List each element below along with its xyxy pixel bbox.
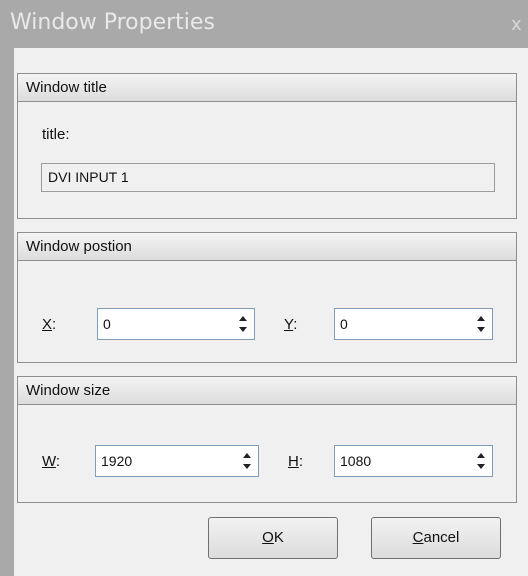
title-bar[interactable]: Window Properties x: [0, 0, 528, 48]
spin-down-icon[interactable]: [477, 464, 485, 469]
spin-up-icon[interactable]: [239, 316, 247, 321]
y-spin-buttons[interactable]: [476, 314, 486, 334]
y-label-accesskey: Y: [284, 316, 294, 333]
x-spin-buttons[interactable]: [238, 314, 248, 334]
w-label: W:: [42, 453, 60, 470]
close-icon[interactable]: x: [511, 14, 522, 35]
x-label: X:: [42, 316, 56, 333]
h-label: H:: [288, 453, 303, 470]
height-value: 1080: [340, 453, 372, 469]
x-label-accesskey: X: [42, 316, 53, 333]
window-size-group-header: Window size: [18, 377, 516, 405]
w-label-colon: :: [55, 453, 61, 470]
spin-up-icon[interactable]: [477, 316, 485, 321]
dialog-title: Window Properties: [10, 10, 215, 35]
width-value: 1920: [101, 453, 133, 469]
y-spinbox[interactable]: 0: [334, 308, 493, 340]
x-value: 0: [103, 316, 111, 332]
spin-down-icon[interactable]: [477, 327, 485, 332]
y-label-colon: :: [293, 316, 298, 333]
window-position-group-header: Window postion: [18, 233, 516, 261]
title-field[interactable]: DVI INPUT 1: [41, 163, 495, 192]
title-field-label: title:: [42, 126, 70, 143]
spin-up-icon[interactable]: [477, 453, 485, 458]
x-spinbox[interactable]: 0: [97, 308, 255, 340]
x-label-colon: :: [52, 316, 57, 333]
h-label-accesskey: H: [288, 453, 299, 470]
height-spin-buttons[interactable]: [476, 451, 486, 471]
window-size-group: Window size W: 1920 H: 1080: [17, 376, 517, 503]
cancel-accesskey: C: [412, 529, 424, 546]
window-title-group: Window title title: DVI INPUT 1: [17, 73, 517, 219]
width-spinbox[interactable]: 1920: [95, 445, 259, 477]
y-label: Y:: [284, 316, 297, 333]
ok-button[interactable]: OK: [208, 517, 338, 559]
cancel-label-rest: ancel: [423, 529, 460, 546]
spin-down-icon[interactable]: [239, 327, 247, 332]
y-value: 0: [340, 316, 348, 332]
cancel-button[interactable]: Cancel: [371, 517, 501, 559]
h-label-colon: :: [298, 453, 304, 470]
window-position-group: Window postion X: 0 Y: 0: [17, 232, 517, 363]
spin-up-icon[interactable]: [243, 453, 251, 458]
height-spinbox[interactable]: 1080: [334, 445, 493, 477]
window-title-group-header: Window title: [18, 74, 516, 102]
width-spin-buttons[interactable]: [242, 451, 252, 471]
ok-accesskey: O: [262, 529, 274, 546]
w-label-accesskey: W: [42, 453, 56, 470]
ok-label-rest: K: [273, 529, 284, 546]
window-properties-dialog: Window Properties x Window title title: …: [0, 0, 528, 576]
spin-down-icon[interactable]: [243, 464, 251, 469]
